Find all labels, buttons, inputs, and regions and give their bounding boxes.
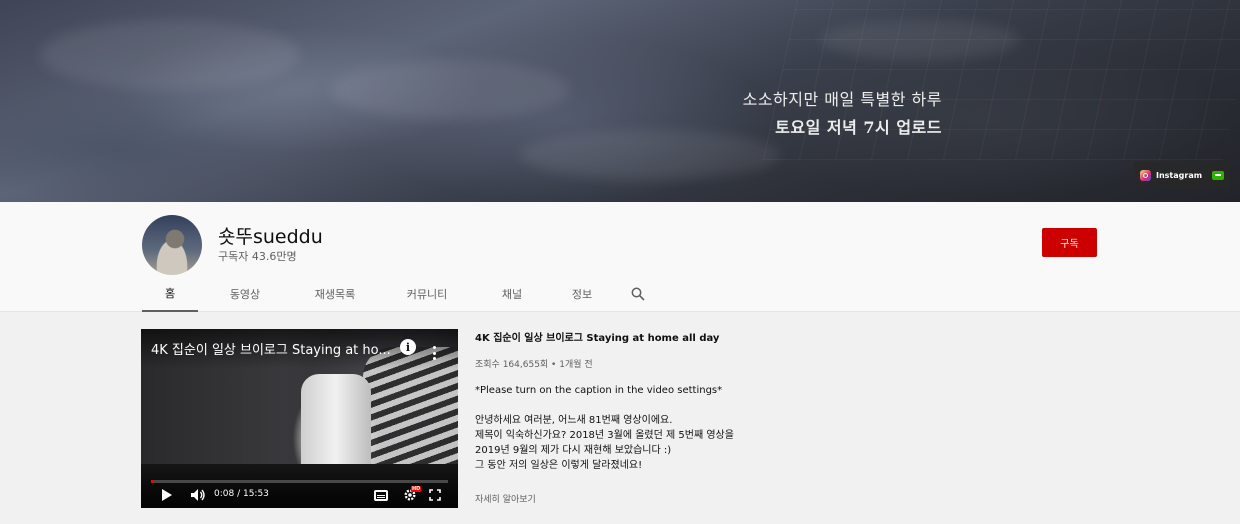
description-line xyxy=(475,398,975,413)
tab-playlists[interactable]: 재생목록 xyxy=(292,276,378,312)
description-line: 2019년 9월의 제가 다시 재현해 보았습니다 :) xyxy=(475,445,672,456)
channel-name: 숏뚜sueddu xyxy=(218,226,323,248)
progress-bar[interactable] xyxy=(151,480,448,483)
description-line: 그 동안 저의 일상은 이렇게 달라졌네요! xyxy=(475,460,643,471)
banner-line2: 토요일 저녁 7시 업로드 xyxy=(775,118,942,137)
featured-video-info: 4K 집순이 일상 브이로그 Staying at home all day 조… xyxy=(475,329,975,473)
channel-banner: 소소하지만 매일 특별한 하루 토요일 저녁 7시 업로드 Instagram xyxy=(0,0,1240,202)
player-controls: 0:08 / 15:53 HD xyxy=(141,484,458,508)
subscribe-button[interactable]: 구독 xyxy=(1042,228,1097,257)
description-line: 안녕하세요 여러분, 어느새 81번째 영상이에요. xyxy=(475,415,673,426)
tab-videos[interactable]: 동영상 xyxy=(205,276,285,312)
description-line: *Please turn on the caption in the video… xyxy=(475,385,723,396)
video-title[interactable]: 4K 집순이 일상 브이로그 Staying at home all day xyxy=(475,329,975,344)
banner-caption: 소소하지만 매일 특별한 하루 토요일 저녁 7시 업로드 xyxy=(743,86,942,138)
kebab-icon[interactable] xyxy=(432,346,436,360)
naver-blog-icon[interactable] xyxy=(1212,170,1224,180)
play-icon[interactable] xyxy=(162,489,172,501)
time-display: 0:08 / 15:53 xyxy=(214,489,269,499)
banner-line1: 소소하지만 매일 특별한 하루 xyxy=(742,90,942,109)
tab-about[interactable]: 정보 xyxy=(552,276,612,312)
tab-community[interactable]: 커뮤니티 xyxy=(384,276,470,312)
tab-home[interactable]: 홈 xyxy=(142,276,198,312)
hd-badge: HD xyxy=(411,486,422,492)
video-meta: 조회수 164,655회 • 1개월 전 xyxy=(475,360,593,370)
channel-header: 숏뚜sueddu 구독자 43.6만명 구독 홈 동영상 재생목록 커뮤니티 채… xyxy=(0,202,1240,312)
progress-fill xyxy=(151,480,154,483)
player-title[interactable]: 4K 집순이 일상 브이로그 Staying at ho... xyxy=(151,339,401,358)
subscriber-count: 구독자 43.6만명 xyxy=(218,250,297,263)
info-icon[interactable]: i xyxy=(400,339,416,355)
fullscreen-icon[interactable] xyxy=(429,489,441,501)
search-icon[interactable] xyxy=(624,276,652,312)
tab-channels[interactable]: 채널 xyxy=(480,276,544,312)
description-line: 제목이 익숙하신가요? 2018년 3월에 올렸던 제 5번째 영상을 xyxy=(475,430,734,441)
channel-avatar[interactable] xyxy=(142,215,202,275)
read-more-link[interactable]: 자세히 알아보기 xyxy=(475,492,536,505)
featured-video-player[interactable]: 4K 집순이 일상 브이로그 Staying at ho... i 0:08 /… xyxy=(141,329,458,508)
instagram-icon[interactable] xyxy=(1140,169,1151,181)
volume-icon[interactable] xyxy=(190,488,206,502)
banner-links[interactable]: Instagram xyxy=(1134,162,1230,188)
instagram-link[interactable]: Instagram xyxy=(1156,171,1207,180)
channel-tabs: 홈 동영상 재생목록 커뮤니티 채널 정보 xyxy=(142,276,652,312)
video-description: *Please turn on the caption in the video… xyxy=(475,383,975,473)
cc-icon[interactable] xyxy=(374,490,388,501)
